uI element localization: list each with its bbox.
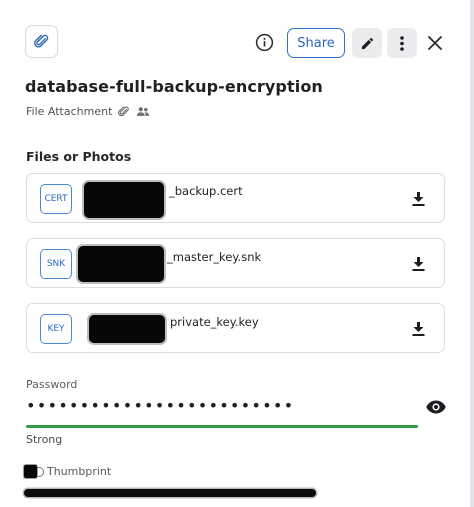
item-title: database-full-backup-encryption bbox=[25, 77, 323, 96]
download-icon[interactable] bbox=[412, 192, 425, 206]
password-strength-fill bbox=[26, 425, 418, 428]
edit-button[interactable] bbox=[352, 28, 382, 58]
files-section-label: Files or Photos bbox=[26, 149, 132, 164]
file-name: _backup.cert bbox=[169, 184, 243, 198]
paperclip-icon bbox=[33, 34, 48, 47]
file-type-badge: CERT bbox=[40, 184, 72, 214]
attachment-button[interactable] bbox=[25, 25, 58, 58]
thumbprint-icon bbox=[38, 466, 44, 477]
more-options-button[interactable] bbox=[387, 28, 417, 58]
redacted-region bbox=[84, 182, 164, 218]
file-type-badge: SNK bbox=[40, 249, 72, 279]
close-icon[interactable] bbox=[428, 36, 442, 50]
file-item[interactable]: KEY private_key.key bbox=[26, 303, 445, 353]
item-type: File Attachment bbox=[26, 105, 150, 118]
file-item[interactable]: SNK _master_key.snk bbox=[26, 238, 445, 288]
item-type-label: File Attachment bbox=[26, 105, 113, 118]
paperclip-icon bbox=[118, 105, 130, 116]
redacted-region bbox=[78, 246, 164, 282]
more-vertical-icon bbox=[400, 35, 404, 51]
thumbprint-label: Thumbprint bbox=[47, 465, 112, 478]
thumbprint-label-row: Thumbprint bbox=[24, 465, 111, 478]
redacted-region bbox=[24, 465, 37, 478]
file-type-badge: KEY bbox=[40, 314, 72, 344]
users-icon bbox=[137, 107, 150, 116]
file-name: _master_key.snk bbox=[167, 250, 262, 264]
info-icon[interactable] bbox=[255, 33, 274, 52]
password-label: Password bbox=[26, 378, 78, 391]
password-strength-meter bbox=[26, 425, 418, 428]
eye-icon[interactable] bbox=[426, 400, 446, 414]
file-item[interactable]: CERT _backup.cert bbox=[26, 173, 445, 223]
download-icon[interactable] bbox=[412, 322, 425, 336]
password-strength-label: Strong bbox=[26, 433, 63, 446]
download-icon[interactable] bbox=[412, 257, 425, 271]
redacted-region bbox=[89, 315, 165, 343]
window-edge bbox=[470, 0, 474, 507]
file-name: private_key.key bbox=[170, 315, 259, 329]
password-field[interactable]: ••••••••••••••••••••••••• bbox=[26, 396, 294, 415]
redacted-region bbox=[24, 489, 316, 497]
share-button[interactable]: Share bbox=[287, 28, 345, 58]
pencil-icon bbox=[361, 37, 373, 49]
